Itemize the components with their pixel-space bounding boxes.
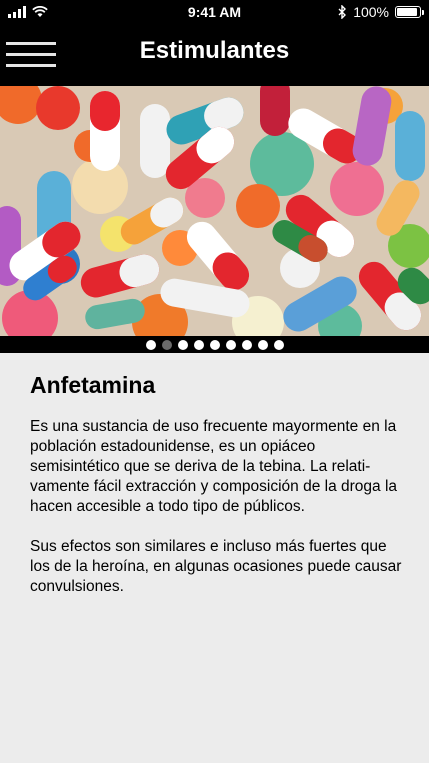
article-title: Anfetamina bbox=[30, 372, 156, 398]
pager-dot[interactable] bbox=[210, 340, 220, 350]
bluetooth-icon bbox=[338, 5, 347, 19]
page-title: Estimulantes bbox=[139, 37, 290, 64]
page-indicator bbox=[146, 340, 284, 350]
pager-dot[interactable] bbox=[162, 340, 172, 350]
article-paragraph-1: Es una sustancia de uso frecuente mayorm… bbox=[30, 418, 398, 515]
pager-dot[interactable] bbox=[242, 340, 252, 350]
pager-dot[interactable] bbox=[274, 340, 284, 350]
pager-dot[interactable] bbox=[178, 340, 188, 350]
pager-dot[interactable] bbox=[258, 340, 268, 350]
battery-percent: 100% bbox=[353, 4, 389, 20]
article-paragraph-2: Sus efectos son similares e incluso más … bbox=[30, 538, 402, 595]
battery-icon bbox=[395, 6, 424, 18]
pager-dot[interactable] bbox=[194, 340, 204, 350]
status-bar: 9:41 AM 100% bbox=[0, 0, 429, 24]
pager-dot[interactable] bbox=[146, 340, 156, 350]
pills-image[interactable] bbox=[0, 86, 429, 336]
pager-dot[interactable] bbox=[226, 340, 236, 350]
carousel-pager bbox=[0, 336, 429, 353]
navigation-bar: Estimulantes bbox=[0, 24, 429, 86]
article: Anfetamina Es una sustancia de uso frecu… bbox=[30, 372, 402, 617]
